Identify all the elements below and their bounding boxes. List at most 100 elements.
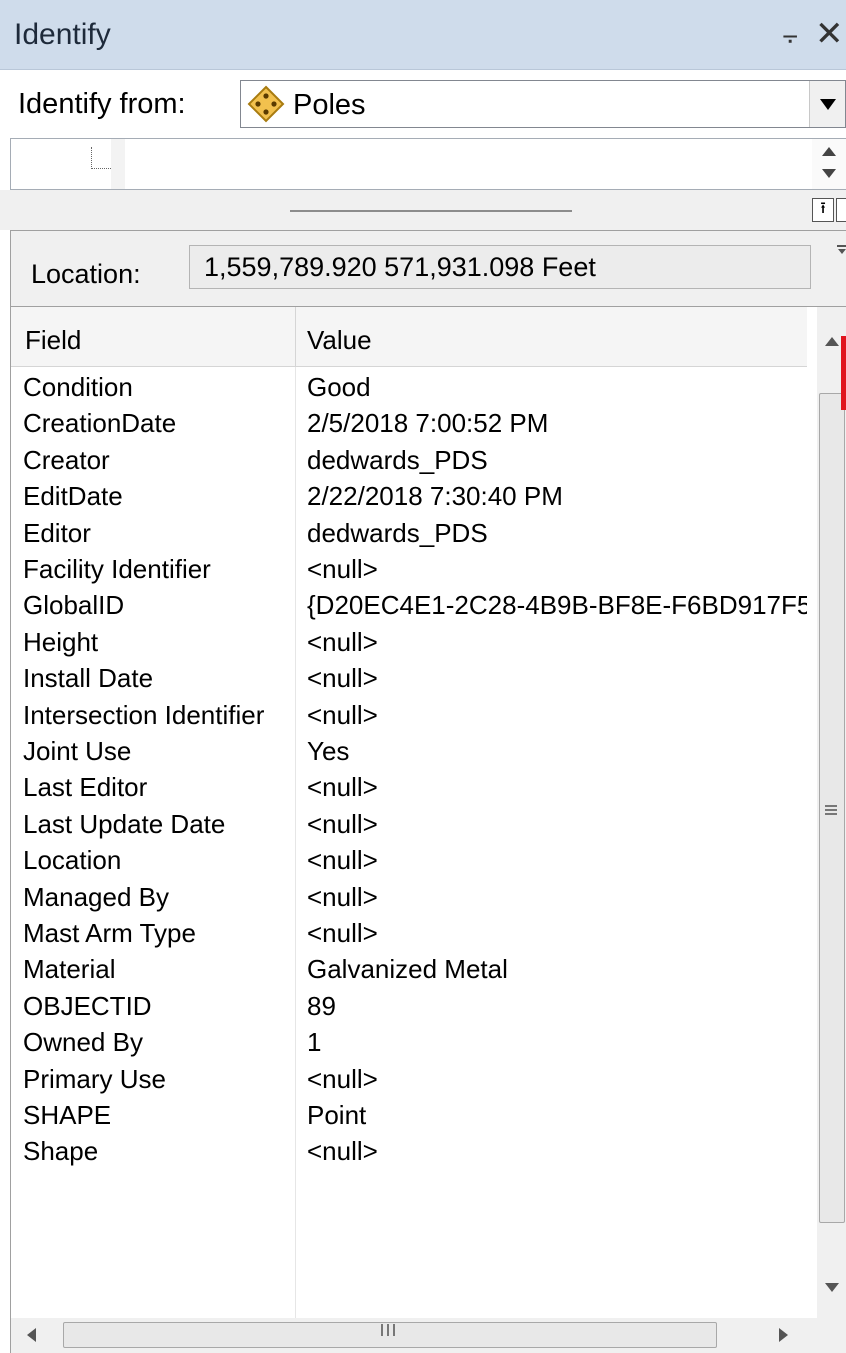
scroll-right-icon[interactable] (779, 1328, 788, 1342)
field-value: <null> (307, 626, 378, 657)
table-row[interactable]: Mast Arm Type <null> (11, 913, 807, 949)
field-value: 2/5/2018 7:00:52 PM (307, 408, 549, 439)
field-name: Editor (23, 517, 91, 548)
field-value: <null> (307, 663, 378, 694)
field-name: CreationDate (23, 408, 177, 439)
location-value[interactable]: 1,559,789.920 571,931.098 Feet (189, 245, 811, 289)
table-row[interactable]: Intersection Identifier <null> (11, 695, 807, 731)
scroll-down-icon[interactable] (822, 169, 836, 178)
field-name: Intersection Identifier (23, 699, 265, 730)
field-value: <null> (307, 881, 378, 912)
field-value: <null> (307, 772, 378, 803)
field-name: Shape (23, 1136, 99, 1167)
table-row[interactable]: SHAPE Point (11, 1095, 807, 1131)
tree-scrollbar[interactable] (812, 139, 846, 189)
scroll-grip-icon (825, 805, 837, 815)
attribute-grid[interactable]: Field Value Condition Good CreationDate 2/5… (10, 306, 846, 1320)
field-name: Install Date (23, 663, 154, 694)
field-value: {D20EC4E1-2C28-4B9B-BF8E-F6BD917F5E (307, 590, 807, 621)
field-value: <null> (307, 808, 378, 839)
field-name: Location (23, 845, 122, 876)
field-name: Last Editor (23, 772, 148, 803)
field-name: Joint Use (23, 736, 132, 766)
close-icon[interactable]: ✕ (815, 14, 844, 54)
field-value: <null> (307, 699, 378, 730)
field-name: GlobalID (23, 590, 125, 621)
field-name: Condition (23, 372, 133, 402)
field-name: Facility Identifier (23, 554, 211, 584)
grid-horizontal-scrollbar[interactable] (10, 1318, 846, 1353)
table-row[interactable]: Joint Use Yes (11, 731, 807, 767)
scroll-down-icon[interactable] (825, 1283, 839, 1292)
scroll-up-icon[interactable] (825, 337, 839, 346)
table-row[interactable]: Shape <null> (11, 1131, 807, 1167)
table-row[interactable]: GlobalID {D20EC4E1-2C28-4B9B-BF8E-F6BD917… (11, 585, 807, 621)
identify-from-label: Identify from: (18, 88, 186, 120)
field-value: dedwards_PDS (307, 444, 488, 475)
field-value: <null> (307, 1063, 378, 1094)
table-row[interactable]: Primary Use <null> (11, 1059, 807, 1095)
field-value: <null> (307, 554, 378, 584)
table-row[interactable]: Condition Good (11, 367, 807, 403)
field-value: Point (307, 1100, 367, 1130)
field-name: Last Update Date (23, 808, 226, 839)
field-name: OBJECTID (23, 990, 152, 1021)
field-value: dedwards_PDS (307, 517, 488, 548)
location-label: Location: (31, 259, 141, 289)
field-name: SHAPE (23, 1100, 112, 1130)
table-row[interactable]: OBJECTID 89 (11, 986, 807, 1022)
expand-icon[interactable] (836, 198, 846, 222)
identify-titlebar: Identify ⨪ ✕ (0, 0, 846, 70)
tree-gutter (111, 139, 125, 189)
splitter-grip[interactable] (290, 210, 572, 212)
table-row[interactable]: Facility Identifier <null> (11, 549, 807, 585)
column-header-value[interactable]: Value (307, 325, 372, 356)
field-value: <null> (307, 845, 378, 876)
location-panel: Location: 1,559,789.920 571,931.098 Feet (10, 230, 846, 306)
grid-vertical-scrollbar[interactable] (817, 307, 846, 1319)
table-row[interactable]: Location <null> (11, 840, 807, 876)
pane-splitter[interactable]: ⭱ (0, 190, 846, 230)
scroll-up-icon[interactable] (822, 147, 836, 156)
field-name: Mast Arm Type (23, 918, 196, 948)
table-row[interactable]: Owned By 1 (11, 1022, 807, 1058)
field-name: Creator (23, 444, 110, 475)
window-title: Identify (14, 18, 111, 51)
table-row[interactable]: Material Galvanized Metal (11, 949, 807, 985)
field-name: Material (23, 954, 116, 985)
scroll-left-icon[interactable] (27, 1328, 36, 1342)
point-layer-icon (247, 85, 285, 123)
table-row[interactable]: Last Editor <null> (11, 767, 807, 803)
results-tree[interactable] (10, 138, 846, 190)
field-name: Owned By (23, 1027, 143, 1058)
field-value: <null> (307, 918, 378, 948)
column-separator[interactable] (295, 307, 296, 367)
table-row[interactable]: EditDate 2/22/2018 7:30:40 PM (11, 476, 807, 512)
field-name: Managed By (23, 881, 169, 912)
table-row[interactable]: Install Date <null> (11, 658, 807, 694)
attribute-grid-body: Field Value Condition Good CreationDate 2/5… (11, 307, 807, 1319)
field-value: Good (307, 372, 371, 402)
pin-icon[interactable]: ⨪ (782, 18, 798, 51)
column-header-field[interactable]: Field (25, 325, 81, 356)
table-row[interactable]: Height <null> (11, 622, 807, 658)
table-row[interactable]: Last Update Date <null> (11, 804, 807, 840)
table-row[interactable]: Managed By <null> (11, 877, 807, 913)
field-value: Yes (307, 736, 350, 766)
red-marker (841, 336, 846, 410)
table-row[interactable]: Creator dedwards_PDS (11, 440, 807, 476)
table-row[interactable]: CreationDate 2/5/2018 7:00:52 PM (11, 403, 807, 439)
collapse-icon[interactable]: ⭱ (812, 198, 834, 222)
identify-from-dropdown[interactable]: Poles (240, 80, 846, 128)
location-menu-icon[interactable] (837, 245, 846, 255)
field-value: Galvanized Metal (307, 954, 508, 985)
field-name: Height (23, 626, 99, 657)
tree-connector (91, 147, 111, 169)
table-row[interactable]: Editor dedwards_PDS (11, 513, 807, 549)
field-value: 1 (307, 1027, 322, 1058)
field-value: <null> (307, 1136, 378, 1167)
field-name: EditDate (23, 481, 123, 512)
field-value: 89 (307, 990, 336, 1021)
field-value: 2/22/2018 7:30:40 PM (307, 481, 563, 512)
chevron-down-icon[interactable] (809, 81, 845, 127)
